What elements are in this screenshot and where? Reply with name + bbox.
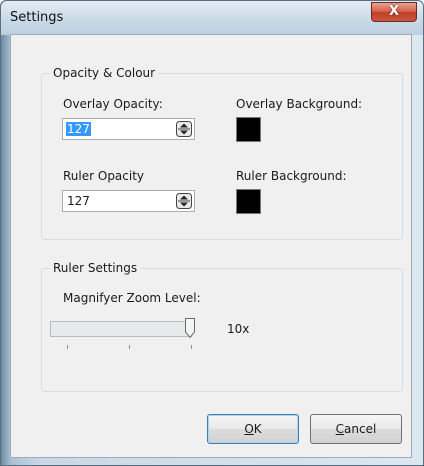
spin-updown-icon[interactable] [176,121,192,137]
slider-tick [191,345,192,349]
slider-tick [67,345,68,349]
ruler-opacity-spinbox[interactable]: 127 [62,190,195,212]
opacity-colour-group-title: Opacity & Colour [50,66,159,80]
overlay-background-color-picker[interactable] [236,117,261,142]
title-bar[interactable]: Settings X [1,1,423,35]
ruler-opacity-value: 127 [67,194,90,208]
cancel-button[interactable]: Cancel [310,414,402,444]
cancel-mnemonic: C [335,422,345,436]
window-title: Settings [10,10,64,25]
ok-mnemonic: O [244,422,254,436]
zoom-slider-track[interactable] [50,321,192,337]
ruler-opacity-label: Ruler Opacity [63,169,145,183]
cancel-label-rest: ancel [344,422,377,436]
zoom-level-label: Magnifyer Zoom Level: [63,291,201,305]
ruler-background-color-picker[interactable] [236,189,261,214]
overlay-opacity-value: 127 [66,122,91,136]
ruler-settings-group-title: Ruler Settings [50,261,141,275]
overlay-opacity-label: Overlay Opacity: [63,97,163,111]
spin-updown-icon[interactable] [176,193,192,209]
close-button[interactable]: X [371,2,417,22]
ok-label-rest: K [253,422,262,436]
overlay-background-label: Overlay Background: [236,97,363,111]
zoom-slider-thumb[interactable] [184,317,196,339]
close-icon: X [388,4,400,19]
ok-button[interactable]: OK [207,414,299,444]
slider-tick [129,345,130,349]
overlay-opacity-spinbox[interactable]: 127 [62,118,195,140]
ruler-background-label: Ruler Background: [236,169,347,183]
zoom-level-value: 10x [227,322,250,336]
